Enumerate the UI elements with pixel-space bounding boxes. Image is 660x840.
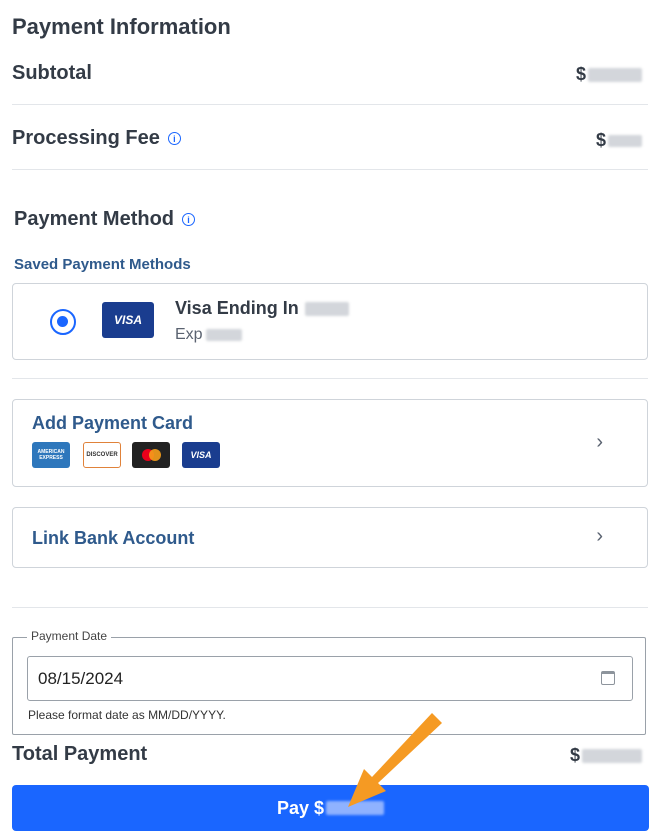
calendar-icon[interactable]	[601, 671, 615, 685]
info-icon[interactable]: i	[182, 213, 196, 227]
subtotal-amount: $	[576, 64, 642, 85]
annotation-arrow-icon	[348, 713, 442, 807]
payment-date-value: 08/15/2024	[38, 669, 124, 688]
chevron-right-icon: ›	[596, 431, 603, 453]
visa-card-icon: VISA	[102, 302, 154, 338]
subtotal-currency: $	[575, 64, 586, 84]
divider	[12, 607, 648, 608]
fee-currency: $	[595, 130, 606, 150]
redacted-value	[304, 302, 349, 317]
subtotal-label: Subtotal	[12, 62, 92, 84]
amex-icon: AMERICAN EXPRESS	[32, 442, 70, 468]
redacted-value	[588, 68, 642, 83]
saved-card-exp: Exp	[175, 326, 242, 344]
total-payment-label: Total Payment	[12, 743, 148, 765]
redacted-value	[582, 749, 642, 764]
payment-date-input[interactable]: 08/15/2024	[27, 656, 633, 701]
pay-button-label: Pay $	[276, 797, 325, 818]
processing-fee-text: Processing Fee	[12, 127, 160, 149]
add-payment-card-option[interactable]: Add Payment Card AMERICAN EXPRESS DISCOV…	[12, 399, 648, 487]
visa-icon: VISA	[182, 442, 220, 468]
saved-card-title-text: Visa Ending In	[175, 298, 299, 318]
payment-method-title: Payment Method i	[14, 208, 196, 231]
payment-method-text: Payment Method	[14, 208, 175, 230]
redacted-value	[205, 328, 242, 341]
discover-icon: DISCOVER	[83, 442, 121, 468]
total-payment-amount: $	[570, 745, 642, 766]
mastercard-icon	[132, 442, 170, 468]
info-icon[interactable]: i	[167, 132, 181, 146]
chevron-right-icon: ›	[596, 525, 603, 547]
saved-card-option[interactable]: VISA Visa Ending In Exp	[12, 283, 648, 360]
link-bank-account-option[interactable]: Link Bank Account ›	[12, 507, 648, 568]
link-bank-label: Link Bank Account	[32, 528, 195, 548]
saved-methods-label: Saved Payment Methods	[14, 256, 191, 273]
add-card-label: Add Payment Card	[32, 413, 194, 433]
divider	[12, 104, 648, 105]
processing-fee-amount: $	[596, 130, 642, 151]
payment-date-legend: Payment Date	[27, 629, 112, 643]
exp-label: Exp	[175, 326, 203, 343]
divider	[12, 169, 648, 170]
payment-info-title: Payment Information	[12, 14, 231, 39]
radio-selected[interactable]	[50, 309, 76, 335]
divider	[12, 378, 648, 379]
payment-date-hint: Please format date as MM/DD/YYYY.	[28, 708, 226, 722]
processing-fee-label: Processing Fee i	[12, 127, 181, 150]
redacted-value	[608, 135, 642, 148]
total-currency: $	[569, 745, 580, 765]
saved-card-title: Visa Ending In	[175, 298, 349, 319]
